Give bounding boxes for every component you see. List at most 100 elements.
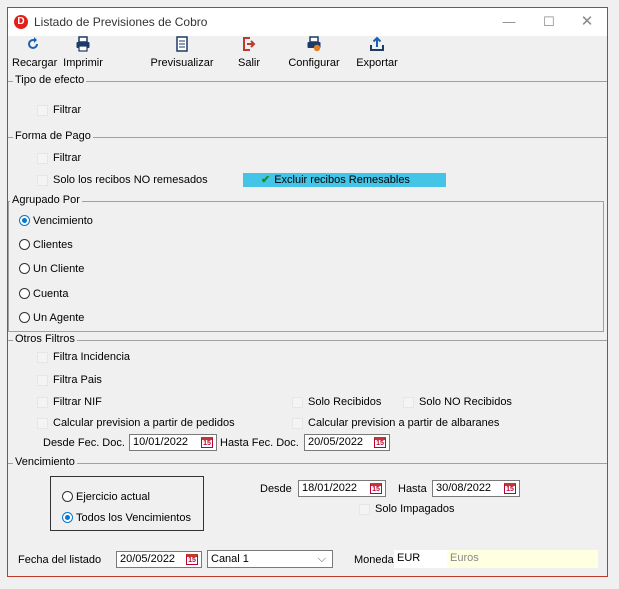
tipo-efecto-group: Tipo de efecto Filtrar bbox=[8, 74, 607, 131]
forma-pago-legend: Forma de Pago bbox=[13, 130, 93, 142]
vencimiento-desde-label: Desde bbox=[260, 483, 292, 495]
otros-filtros-legend: Otros Filtros bbox=[13, 333, 77, 345]
tipo-efecto-filtrar-checkbox[interactable]: Filtrar bbox=[37, 102, 81, 118]
calendar-icon[interactable]: 15 bbox=[186, 554, 198, 565]
ejercicio-actual-label: Ejercicio actual bbox=[76, 491, 150, 503]
moneda-name-field: Euros bbox=[447, 550, 598, 568]
vencimiento-group: Vencimiento Ejercicio actual Todos los V… bbox=[8, 456, 607, 536]
agrupado-un-cliente-radio[interactable]: Un Cliente bbox=[19, 261, 84, 277]
preview-label: Previsualizar bbox=[150, 57, 214, 69]
calc-albaranes-label: Calcular prevision a partir de albaranes bbox=[308, 417, 500, 429]
window-title: Listado de Previsiones de Cobro bbox=[34, 15, 208, 29]
agrupado-cuenta-label: Cuenta bbox=[33, 288, 69, 300]
document-preview-icon bbox=[176, 36, 188, 52]
moneda-code-value: EUR bbox=[397, 552, 421, 564]
excluir-remesables-checkbox[interactable]: ✔ Excluir recibos Remesables bbox=[243, 173, 446, 187]
desde-fec-doc-value: 10/01/2022 bbox=[133, 436, 189, 448]
solo-impagados-label: Solo Impagados bbox=[375, 503, 455, 515]
hasta-fec-doc-value: 20/05/2022 bbox=[308, 436, 364, 448]
moneda-code-input[interactable]: EUR bbox=[394, 550, 447, 568]
vencimiento-desde-input[interactable]: 18/01/2022 15 bbox=[298, 480, 386, 497]
forma-pago-filtrar-label: Filtrar bbox=[53, 152, 82, 164]
filtra-incidencia-checkbox[interactable]: Filtra Incidencia bbox=[37, 349, 130, 365]
tipo-efecto-filtrar-label: Filtrar bbox=[53, 104, 82, 116]
printer-settings-icon bbox=[307, 36, 321, 52]
calendar-icon[interactable]: 15 bbox=[370, 483, 382, 494]
export-label: Exportar bbox=[356, 57, 398, 69]
agrupado-cuenta-radio[interactable]: Cuenta bbox=[19, 286, 68, 302]
moneda-label: Moneda bbox=[354, 554, 394, 566]
configure-label: Configurar bbox=[288, 57, 340, 69]
agrupado-clientes-label: Clientes bbox=[33, 239, 73, 251]
chevron-down-icon: ⌵ bbox=[317, 553, 326, 565]
print-button[interactable]: Imprimir bbox=[62, 36, 104, 72]
todos-vencimientos-radio[interactable]: Todos los Vencimientos bbox=[62, 510, 191, 526]
calendar-icon[interactable]: 15 bbox=[504, 483, 516, 494]
solo-no-remesados-checkbox[interactable]: Solo los recibos NO remesados bbox=[37, 172, 208, 188]
agrupado-vencimiento-label: Vencimiento bbox=[33, 215, 93, 227]
solo-no-recibidos-checkbox[interactable]: Solo NO Recibidos bbox=[403, 394, 512, 410]
vencimiento-option-box: Ejercicio actual Todos los Vencimientos bbox=[50, 476, 204, 531]
tipo-efecto-legend: Tipo de efecto bbox=[13, 74, 87, 86]
desde-fec-doc-label: Desde Fec. Doc. bbox=[43, 437, 125, 449]
fecha-listado-label: Fecha del listado bbox=[18, 554, 102, 566]
reload-label: Recargar bbox=[12, 57, 58, 69]
agrupado-legend: Agrupado Por bbox=[10, 194, 82, 206]
agrupado-clientes-radio[interactable]: Clientes bbox=[19, 237, 73, 253]
title-bar: D Listado de Previsiones de Cobro — ☐ ✕ bbox=[8, 8, 607, 36]
vencimiento-desde-value: 18/01/2022 bbox=[302, 482, 358, 494]
filtrar-nif-label: Filtrar NIF bbox=[53, 396, 102, 408]
preview-button[interactable]: Previsualizar bbox=[150, 36, 214, 72]
ejercicio-actual-radio[interactable]: Ejercicio actual bbox=[62, 489, 150, 505]
solo-impagados-checkbox[interactable]: Solo Impagados bbox=[359, 501, 455, 517]
fecha-listado-input[interactable]: 20/05/2022 15 bbox=[116, 551, 202, 568]
solo-no-remesados-label: Solo los recibos NO remesados bbox=[53, 174, 208, 186]
agrupado-un-agente-radio[interactable]: Un Agente bbox=[19, 310, 84, 326]
agrupado-un-agente-label: Un Agente bbox=[33, 312, 85, 324]
vencimiento-legend: Vencimiento bbox=[13, 456, 77, 468]
forma-pago-group: Forma de Pago Filtrar Solo los recibos N… bbox=[8, 130, 607, 193]
filtrar-nif-checkbox[interactable]: Filtrar NIF bbox=[37, 394, 102, 410]
export-icon bbox=[370, 36, 384, 51]
fecha-listado-value: 20/05/2022 bbox=[120, 553, 176, 565]
calc-albaranes-checkbox[interactable]: Calcular prevision a partir de albaranes bbox=[292, 415, 499, 431]
print-label: Imprimir bbox=[63, 57, 103, 69]
filtra-pais-label: Filtra Pais bbox=[53, 374, 102, 386]
reload-icon bbox=[28, 37, 38, 49]
calc-pedidos-label: Calcular prevision a partir de pedidos bbox=[53, 417, 235, 429]
hasta-fec-doc-input[interactable]: 20/05/2022 15 bbox=[304, 434, 390, 451]
exit-label: Salir bbox=[237, 57, 260, 69]
calendar-icon[interactable]: 15 bbox=[201, 437, 213, 448]
toolbar: Recargar Imprimir Previsualizar Salir Co… bbox=[8, 36, 607, 74]
configure-button[interactable]: Configurar bbox=[286, 36, 342, 72]
solo-recibidos-checkbox[interactable]: Solo Recibidos bbox=[292, 394, 381, 410]
agrupado-un-cliente-label: Un Cliente bbox=[33, 263, 85, 275]
minimize-button[interactable]: — bbox=[495, 12, 523, 32]
checkmark-icon: ✔ bbox=[261, 174, 271, 186]
vencimiento-hasta-input[interactable]: 30/08/2022 15 bbox=[432, 480, 520, 497]
filtra-pais-checkbox[interactable]: Filtra Pais bbox=[37, 372, 102, 388]
canal-select[interactable]: Canal 1 ⌵ bbox=[207, 550, 333, 568]
exit-button[interactable]: Salir bbox=[234, 36, 264, 72]
otros-filtros-group: Otros Filtros Filtra Incidencia Filtra P… bbox=[8, 333, 607, 456]
app-logo-icon: D bbox=[14, 15, 28, 29]
forma-pago-filtrar-checkbox[interactable]: Filtrar bbox=[37, 150, 81, 166]
calc-pedidos-checkbox[interactable]: Calcular prevision a partir de pedidos bbox=[37, 415, 235, 431]
printer-icon bbox=[76, 36, 90, 52]
reload-button[interactable]: Recargar bbox=[12, 36, 58, 72]
solo-no-recibidos-label: Solo NO Recibidos bbox=[419, 396, 512, 408]
exit-icon bbox=[243, 37, 256, 51]
vencimiento-hasta-value: 30/08/2022 bbox=[436, 482, 492, 494]
close-button[interactable]: ✕ bbox=[573, 12, 601, 32]
moneda-name-value: Euros bbox=[450, 552, 479, 564]
maximize-button[interactable]: ☐ bbox=[535, 12, 563, 32]
footer-bar: Fecha del listado 20/05/2022 15 Canal 1 … bbox=[8, 542, 607, 576]
desde-fec-doc-input[interactable]: 10/01/2022 15 bbox=[129, 434, 217, 451]
agrupado-vencimiento-radio[interactable]: Vencimiento bbox=[19, 213, 93, 229]
calendar-icon[interactable]: 15 bbox=[374, 437, 386, 448]
hasta-fec-doc-label: Hasta Fec. Doc. bbox=[220, 437, 299, 449]
filtra-incidencia-label: Filtra Incidencia bbox=[53, 351, 131, 363]
canal-value: Canal 1 bbox=[211, 553, 249, 565]
vencimiento-hasta-label: Hasta bbox=[398, 483, 427, 495]
export-button[interactable]: Exportar bbox=[354, 36, 400, 72]
